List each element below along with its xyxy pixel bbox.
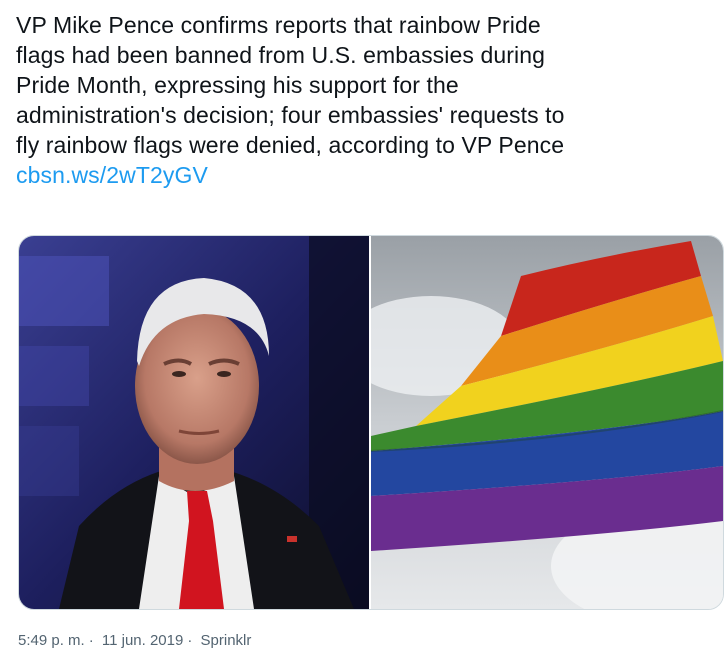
- rainbow-flag-image: [371, 236, 723, 609]
- tweet-media: [18, 235, 724, 610]
- tweet-link[interactable]: cbsn.ws/2wT2yGV: [16, 160, 208, 190]
- meta-separator: ·: [88, 632, 94, 649]
- meta-separator: ·: [187, 632, 193, 649]
- tweet-text-line: flags had been banned from U.S. embassie…: [16, 42, 546, 68]
- tweet-source[interactable]: Sprinklr: [201, 632, 252, 649]
- tweet-date[interactable]: 11 jun. 2019: [102, 632, 183, 649]
- tweet-text-line: VP Mike Pence confirms reports that rain…: [16, 12, 541, 38]
- portrait-photo[interactable]: [19, 236, 369, 609]
- tweet-meta: 5:49 p. m. · 11 jun. 2019 · Sprinklr: [18, 632, 255, 649]
- tweet-text-line: administration's decision; four embassie…: [16, 102, 565, 128]
- tweet-time[interactable]: 5:49 p. m.: [18, 632, 85, 649]
- portrait-image: [19, 236, 369, 609]
- rainbow-flag-photo[interactable]: [371, 236, 723, 609]
- tweet-text-line: Pride Month, expressing his support for …: [16, 72, 459, 98]
- tweet-text-line: fly rainbow flags were denied, according…: [16, 132, 565, 158]
- tweet-text: VP Mike Pence confirms reports that rain…: [16, 10, 716, 190]
